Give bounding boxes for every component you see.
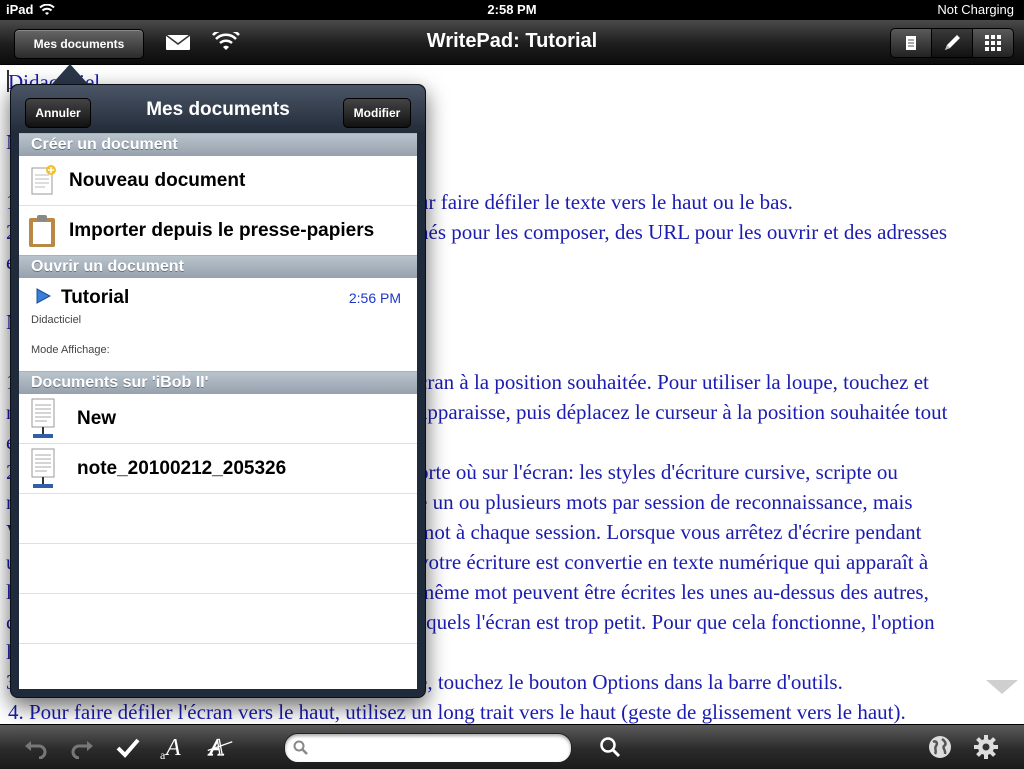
- remote-document-row[interactable]: New: [19, 394, 417, 444]
- remote-document-row[interactable]: note_20100212_205326: [19, 444, 417, 494]
- scroll-down-icon[interactable]: [986, 680, 1018, 694]
- doc-line: e, touchez le bouton Options dans la bar…: [418, 670, 843, 694]
- pen-mode-button[interactable]: [932, 29, 973, 57]
- doc-line: ur faire défiler le texte vers le haut o…: [418, 190, 793, 214]
- undo-icon[interactable]: [22, 733, 50, 761]
- new-document-label: Nouveau document: [69, 170, 246, 191]
- font-icon[interactable]: Aa: [160, 733, 188, 761]
- popover-arrow: [52, 64, 88, 84]
- doc-line: nés pour les composer, des URL pour les …: [418, 220, 948, 244]
- search-box[interactable]: [284, 733, 572, 763]
- checkmark-icon[interactable]: [114, 733, 142, 761]
- status-time: 2:58 PM: [487, 2, 537, 17]
- documents-popover: Annuler Mes documents Modifier Créer un …: [10, 84, 426, 698]
- remote-document-label: note_20100212_205326: [77, 458, 287, 479]
- svg-text:a: a: [160, 748, 166, 761]
- clipboard-icon: [29, 215, 55, 247]
- doc-line: cran à la position souhaitée. Pour utili…: [418, 370, 929, 394]
- search-icon[interactable]: [596, 733, 624, 761]
- search-input[interactable]: [315, 738, 559, 760]
- doc-line: 4. Pour faire défiler l'écran vers le ha…: [8, 700, 906, 724]
- import-clipboard-row[interactable]: Importer depuis le presse-papiers: [19, 206, 417, 256]
- open-document-name: Tutorial: [61, 287, 130, 308]
- network-document-icon: [31, 398, 55, 438]
- doc-line: votre écriture est convertie en texte nu…: [418, 550, 929, 574]
- doc-line: même mot peuvent être écrites les unes a…: [418, 580, 929, 604]
- svg-text:A: A: [164, 735, 181, 761]
- empty-row: [19, 594, 417, 644]
- popover-header: Annuler Mes documents Modifier: [11, 85, 425, 133]
- globe-icon[interactable]: [926, 733, 954, 761]
- open-document-time: 2:56 PM: [348, 290, 401, 306]
- settings-icon[interactable]: [972, 733, 1000, 761]
- bottom-toolbar: Aa A: [0, 724, 1024, 769]
- view-mode-segmented-control[interactable]: [890, 28, 1014, 58]
- nav-bar: Mes documents WritePad: Tutorial: [0, 20, 1024, 65]
- page-title: WritePad: Tutorial: [426, 30, 598, 52]
- recognition-icon[interactable]: A: [206, 733, 234, 761]
- empty-row: [19, 494, 417, 544]
- search-field-icon: [293, 740, 308, 755]
- doc-line: apparaisse, puis déplacez le curseur à l…: [418, 400, 948, 424]
- keyboard-icon: [985, 35, 1001, 51]
- documents-list: Créer un document Nouveau document Impor…: [19, 133, 417, 689]
- doc-line: e un ou plusieurs mots par session de re…: [418, 490, 913, 514]
- view-mode-label: Mode Affichage:: [31, 344, 110, 356]
- edit-button[interactable]: Modifier: [343, 98, 411, 128]
- import-clipboard-label: Importer depuis le presse-papiers: [69, 220, 375, 241]
- document-icon: [906, 36, 916, 50]
- new-document-icon: [31, 165, 56, 195]
- section-label: Ouvrir un document: [31, 258, 184, 275]
- doc-line: squels l'écran est trop petit. Pour que …: [418, 610, 935, 634]
- text-cursor: [7, 70, 9, 92]
- play-icon: [36, 288, 51, 304]
- section-header-create: Créer un document: [19, 133, 417, 157]
- section-label: Créer un document: [31, 136, 178, 153]
- pen-icon: [945, 35, 960, 50]
- empty-row: [19, 544, 417, 594]
- redo-icon[interactable]: [68, 733, 96, 761]
- battery-status: Not Charging: [937, 2, 1014, 17]
- new-document-row[interactable]: Nouveau document: [19, 156, 417, 206]
- remote-document-label: New: [77, 408, 117, 429]
- doc-line: mot à chaque session. Lorsque vous arrêt…: [418, 520, 922, 544]
- document-view-button[interactable]: [891, 29, 932, 57]
- network-document-icon: [31, 448, 55, 488]
- keyboard-mode-button[interactable]: [973, 29, 1013, 57]
- open-document-subtitle: Didacticiel: [31, 314, 82, 326]
- doc-line: orte où sur l'écran: les styles d'écritu…: [418, 460, 898, 484]
- section-header-open: Ouvrir un document: [19, 255, 417, 279]
- status-bar: iPad 2:58 PM Not Charging: [0, 0, 1024, 20]
- open-document-row[interactable]: Tutorial 2:56 PM Didacticiel Mode Affich…: [19, 278, 417, 372]
- section-label: Documents sur 'iBob II': [31, 374, 209, 391]
- section-header-remote: Documents sur 'iBob II': [19, 371, 417, 395]
